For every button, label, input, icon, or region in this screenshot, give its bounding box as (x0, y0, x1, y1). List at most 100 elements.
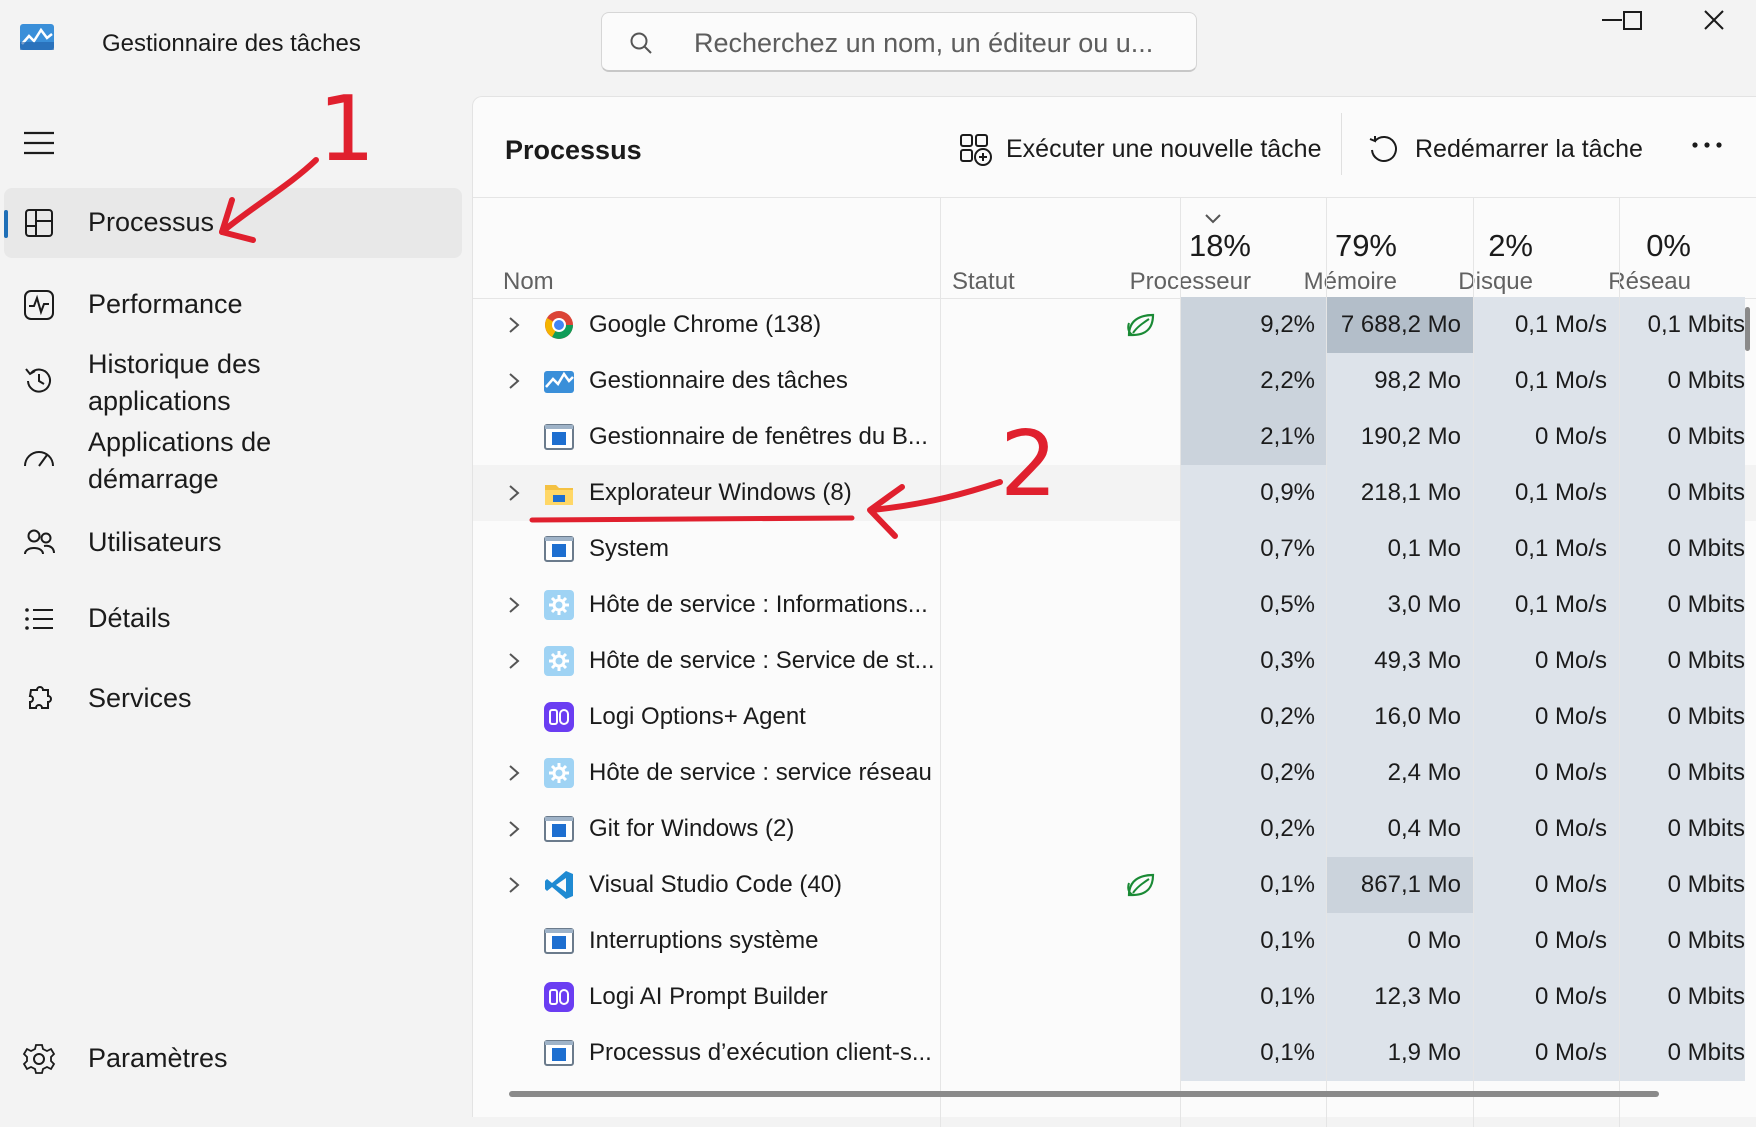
performance-icon (24, 290, 54, 320)
sidebar-item-processus[interactable]: Processus (4, 188, 462, 258)
sort-chevron-down-icon (1205, 214, 1221, 224)
cpu-cell: 0,1% (1181, 969, 1327, 1025)
maximize-button[interactable] (1612, 6, 1672, 46)
table-row[interactable]: System 0,7% 0,1 Mo 0,1 Mo/s 0 Mbits (473, 521, 1756, 577)
processes-icon (25, 209, 53, 237)
chevron-right-icon[interactable] (507, 819, 521, 839)
gear-service-icon (544, 758, 574, 788)
disk-total: 2% (1488, 228, 1533, 263)
table-row[interactable]: Logi Options+ Agent 0,2% 16,0 Mo 0 Mo/s 0 Mb… (473, 689, 1756, 745)
cpu-cell: 0,9% (1181, 465, 1327, 521)
column-header-status[interactable]: Statut (952, 268, 1015, 296)
hamburger-menu-icon[interactable] (22, 130, 56, 156)
table-row[interactable]: Interruptions système 0,1% 0 Mo 0 Mo/s 0 Mbi… (473, 913, 1756, 969)
table-row[interactable]: Explorateur Windows (8) 0,9% 218,1 Mo 0,1 M… (473, 465, 1756, 521)
gear-icon (22, 1044, 56, 1074)
settings-label: Paramètres (88, 1043, 228, 1073)
table-row[interactable]: Visual Studio Code (40) 0,1% 867,1 Mo 0 Mo/… (473, 857, 1756, 913)
sidebar-item-services[interactable]: Services (0, 664, 462, 734)
disk-cell: 0 Mo/s (1473, 857, 1619, 913)
cpu-cell: 0,1% (1181, 857, 1327, 913)
disk-cell: 0 Mo/s (1473, 745, 1619, 801)
process-name: Hôte de service : service réseau (589, 759, 932, 786)
table-row[interactable]: Processus d’exécution client-s... 0,1% 1,9… (473, 1025, 1756, 1081)
sidebar-item-label: Historique des applications (88, 349, 261, 416)
column-header-cpu[interactable]: Processeur (1085, 268, 1251, 296)
task-manager-icon (544, 371, 574, 393)
disk-cell: 0,1 Mo/s (1473, 297, 1619, 353)
process-name: System (589, 535, 670, 562)
column-header-network[interactable]: Réseau (1533, 268, 1691, 296)
process-name: Logi Options+ Agent (589, 703, 806, 730)
horizontal-scrollbar[interactable] (509, 1091, 1659, 1097)
chevron-right-icon[interactable] (507, 595, 521, 615)
network-cell: 0 Mbits (1619, 745, 1745, 801)
folder-icon (545, 485, 573, 505)
network-cell: 0 Mbits (1619, 801, 1745, 857)
memory-cell: 98,2 Mo (1327, 353, 1473, 409)
eco-mode-leaf-icon (1127, 873, 1155, 897)
page-title: Processus (505, 135, 642, 165)
memory-cell: 0,4 Mo (1327, 801, 1473, 857)
run-new-task-label: Exécuter une nouvelle tâche (1006, 135, 1322, 163)
disk-cell: 0 Mo/s (1473, 801, 1619, 857)
column-divider (1326, 197, 1327, 1127)
table-row[interactable]: Google Chrome (138) 9,2% 7 688,2 Mo 0,1 Mo/… (473, 297, 1756, 353)
chevron-right-icon[interactable] (507, 875, 521, 895)
column-header-disk[interactable]: Disque (1373, 268, 1533, 296)
disk-cell: 0 Mo/s (1473, 409, 1619, 465)
chevron-right-icon[interactable] (507, 371, 521, 391)
task-manager-icon (20, 24, 54, 50)
logi-icon (544, 982, 574, 1012)
sidebar-item-historique[interactable]: Historique des applications (0, 344, 462, 420)
run-new-task-button[interactable]: Exécuter une nouvelle tâche (959, 123, 1329, 179)
table-row[interactable]: Git for Windows (2) 0,2% 0,4 Mo 0 Mo/s 0 Mbi… (473, 801, 1756, 857)
table-header: Nom Statut 18% Processeur 79% Mémoire 2%… (473, 197, 1756, 299)
sidebar-item-demarrage[interactable]: Applications de démarrage (0, 422, 462, 498)
search-input[interactable]: Recherchez un nom, un éditeur ou u... (694, 28, 1153, 59)
gear-service-icon (544, 590, 574, 620)
chevron-right-icon[interactable] (507, 763, 521, 783)
table-row[interactable]: Hôte de service : Service de st... 0,3% 49… (473, 633, 1756, 689)
vertical-scrollbar[interactable] (1745, 307, 1750, 351)
memory-cell: 2,4 Mo (1327, 745, 1473, 801)
restart-task-button[interactable]: Redémarrer la tâche (1367, 123, 1657, 179)
process-name: Hôte de service : Informations... (589, 591, 928, 618)
cpu-cell: 0,2% (1181, 801, 1327, 857)
cpu-cell: 2,1% (1181, 409, 1327, 465)
sidebar-item-parametres[interactable]: Paramètres (0, 1024, 462, 1094)
table-row[interactable]: Hôte de service : service réseau 0,2% 2,4 … (473, 745, 1756, 801)
table-row[interactable]: Gestionnaire des tâches 2,2% 98,2 Mo 0,1 Mo… (473, 353, 1756, 409)
sidebar-item-label: Services (88, 683, 192, 713)
column-divider (1619, 197, 1620, 1127)
chevron-right-icon[interactable] (507, 651, 521, 671)
disk-cell: 0,1 Mo/s (1473, 353, 1619, 409)
column-divider (1473, 197, 1474, 1127)
memory-cell: 190,2 Mo (1327, 409, 1473, 465)
column-header-name[interactable]: Nom (503, 268, 554, 296)
table-row[interactable]: Hôte de service : Informations... 0,5% 3,0… (473, 577, 1756, 633)
network-cell: 0 Mbits (1619, 913, 1745, 969)
chevron-right-icon[interactable] (507, 315, 521, 335)
restart-icon (1369, 136, 1397, 162)
cpu-cell: 0,2% (1181, 745, 1327, 801)
toolbar-divider (1341, 113, 1342, 175)
disk-cell: 0 Mo/s (1473, 1025, 1619, 1081)
sidebar-item-performance[interactable]: Performance (0, 270, 462, 340)
sidebar-item-label: Processus (88, 207, 215, 237)
process-name: Gestionnaire des tâches (589, 367, 848, 394)
sidebar-item-details[interactable]: Détails (0, 584, 462, 654)
sidebar-item-utilisateurs[interactable]: Utilisateurs (0, 508, 462, 578)
cpu-cell: 0,5% (1181, 577, 1327, 633)
network-cell: 0 Mbits (1619, 857, 1745, 913)
search-box[interactable]: Recherchez un nom, un éditeur ou u... (601, 12, 1197, 72)
gear-service-icon (544, 646, 574, 676)
table-row[interactable]: Gestionnaire de fenêtres du B... 2,1% 190,… (473, 409, 1756, 465)
memory-cell: 0,1 Mo (1327, 521, 1473, 577)
close-button[interactable] (1684, 6, 1744, 46)
network-cell: 0 Mbits (1619, 633, 1745, 689)
chevron-right-icon[interactable] (507, 483, 521, 503)
more-options-icon[interactable] (1687, 135, 1727, 155)
table-row[interactable]: Logi AI Prompt Builder 0,1% 12,3 Mo 0 Mo/s 0… (473, 969, 1756, 1025)
disk-cell: 0 Mo/s (1473, 913, 1619, 969)
